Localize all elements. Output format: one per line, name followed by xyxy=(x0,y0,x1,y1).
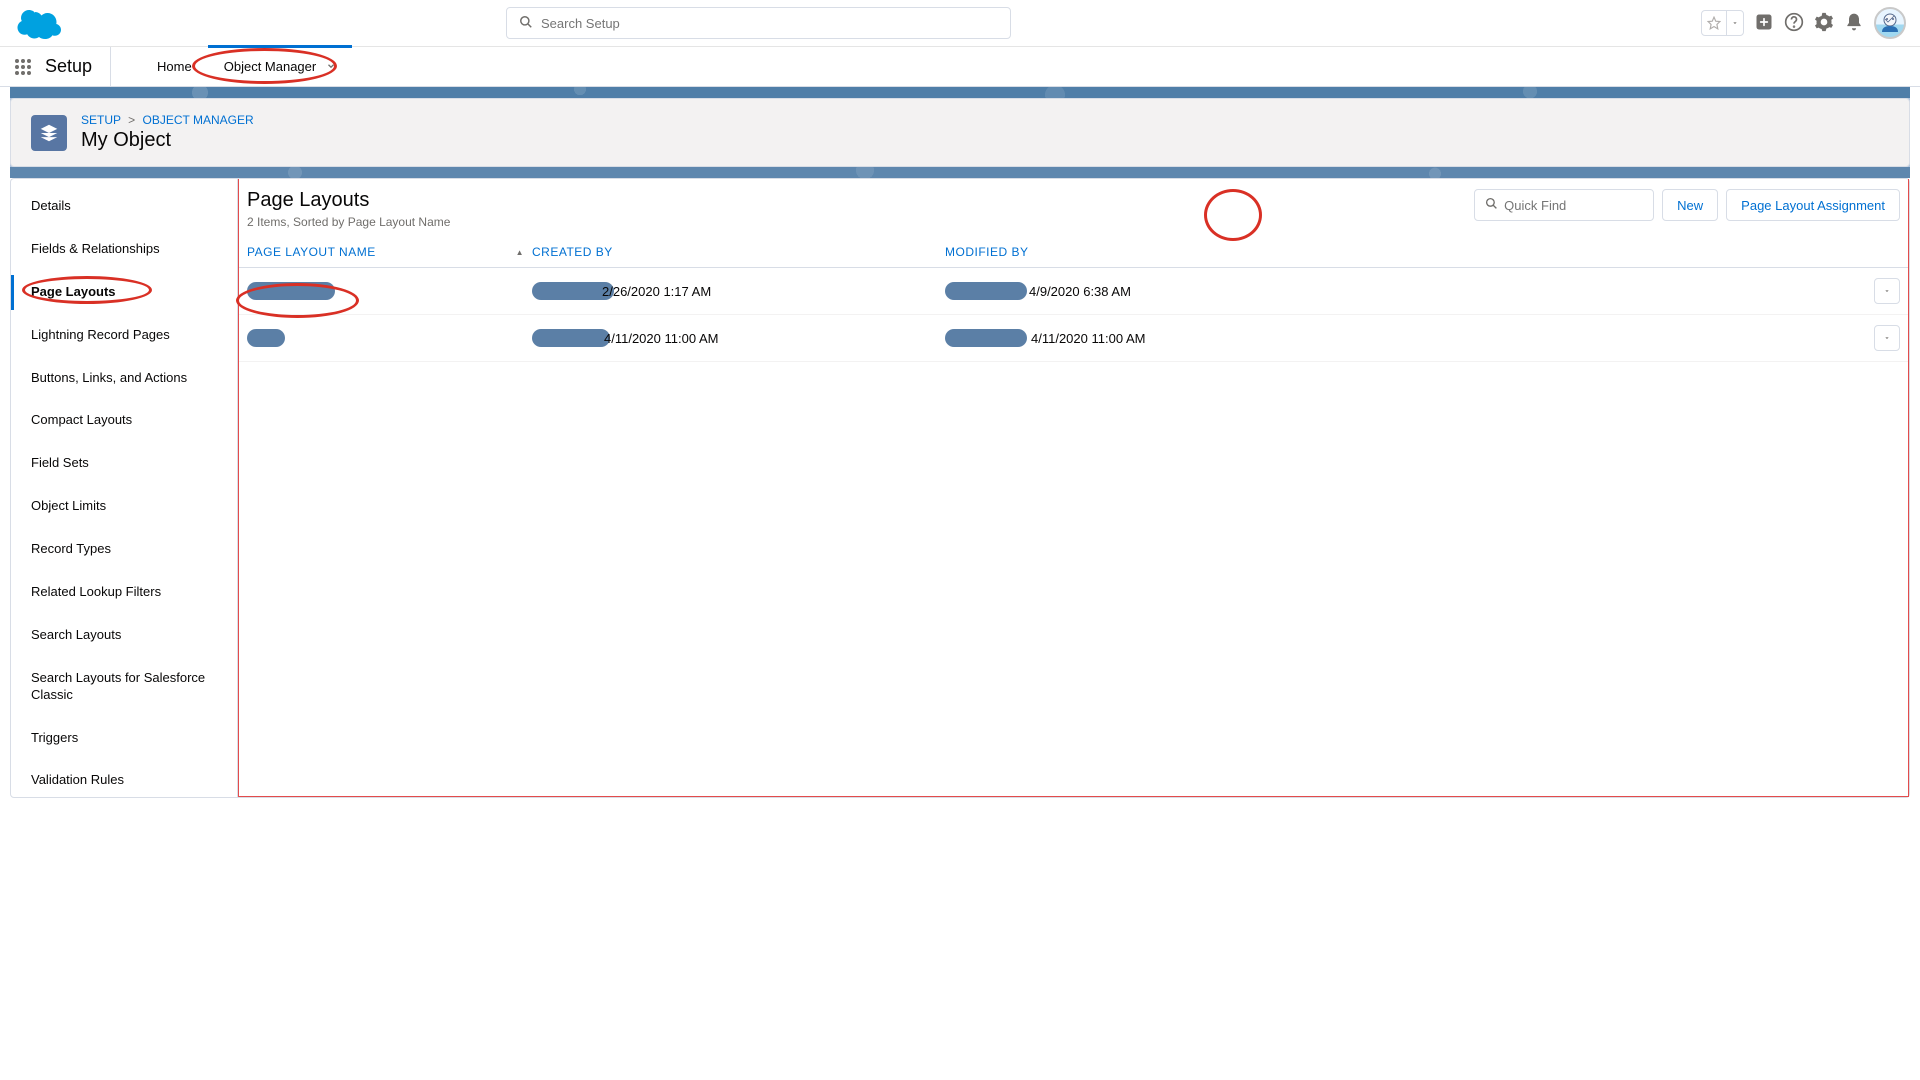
page-layout-assignment-button[interactable]: Page Layout Assignment xyxy=(1726,189,1900,221)
sidebar-item-compact-layouts[interactable]: Compact Layouts xyxy=(11,403,237,438)
decorative-pattern xyxy=(10,87,1910,98)
redacted-text xyxy=(247,282,335,300)
column-header-created-by[interactable]: CREATED BY xyxy=(532,245,945,259)
decorative-pattern xyxy=(10,167,1910,178)
breadcrumb: SETUP > OBJECT MANAGER xyxy=(81,113,254,127)
redacted-text xyxy=(247,329,285,347)
cell-layout-name[interactable] xyxy=(247,282,532,300)
global-utility-bar xyxy=(1701,7,1906,39)
avatar[interactable] xyxy=(1874,7,1906,39)
column-header-name[interactable]: PAGE LAYOUT NAME ▲ xyxy=(247,245,532,259)
cell-created-by: 2/26/2020 1:17 AM xyxy=(532,282,945,300)
sidebar-item-lightning-pages[interactable]: Lightning Record Pages xyxy=(11,318,237,353)
app-name-label: Setup xyxy=(45,47,111,87)
redacted-text xyxy=(532,329,610,347)
chevron-down-icon xyxy=(326,59,336,74)
tab-object-manager-label: Object Manager xyxy=(224,59,317,74)
quick-find-input[interactable] xyxy=(1504,198,1643,213)
sidebar-item-fields[interactable]: Fields & Relationships xyxy=(11,232,237,267)
favorites-menu[interactable] xyxy=(1701,10,1744,36)
layers-icon xyxy=(31,115,67,151)
main-body: Details Fields & Relationships Page Layo… xyxy=(10,178,1910,798)
breadcrumb-root[interactable]: SETUP xyxy=(81,113,121,127)
sidebar-item-triggers[interactable]: Triggers xyxy=(11,721,237,756)
global-header xyxy=(0,0,1920,47)
app-launcher-icon[interactable] xyxy=(15,59,31,75)
sidebar-item-related-lookup-filters[interactable]: Related Lookup Filters xyxy=(11,575,237,610)
salesforce-logo[interactable] xyxy=(14,4,66,43)
cell-modified-by: 4/11/2020 11:00 AM xyxy=(945,329,1864,347)
global-search[interactable] xyxy=(506,7,1011,39)
column-header-modified-by[interactable]: MODIFIED BY xyxy=(945,245,1900,259)
sidebar-item-search-layouts-classic[interactable]: Search Layouts for Salesforce Classic xyxy=(11,661,237,713)
sidebar-item-search-layouts[interactable]: Search Layouts xyxy=(11,618,237,653)
sidebar-item-validation-rules[interactable]: Validation Rules xyxy=(11,763,237,798)
page-title: My Object xyxy=(81,129,254,152)
table-row: 4/11/2020 11:00 AM 4/11/2020 11:00 AM xyxy=(239,315,1908,362)
search-icon xyxy=(1485,197,1498,213)
row-actions-menu[interactable] xyxy=(1874,278,1900,304)
bell-icon[interactable] xyxy=(1844,12,1864,35)
table-row: 2/26/2020 1:17 AM 4/9/2020 6:38 AM xyxy=(239,268,1908,315)
sidebar-item-record-types[interactable]: Record Types xyxy=(11,532,237,567)
sort-ascending-icon: ▲ xyxy=(516,248,524,257)
context-nav-bar: Setup Home Object Manager xyxy=(0,47,1920,87)
sidebar-item-page-layouts[interactable]: Page Layouts xyxy=(11,275,237,310)
new-button[interactable]: New xyxy=(1662,189,1718,221)
quick-find[interactable] xyxy=(1474,189,1654,221)
cell-created-by: 4/11/2020 11:00 AM xyxy=(532,329,945,347)
section-title: Page Layouts xyxy=(247,189,450,212)
tab-home[interactable]: Home xyxy=(141,47,208,87)
main-content: Page Layouts 2 Items, Sorted by Page Lay… xyxy=(238,179,1909,797)
sidebar-item-details[interactable]: Details xyxy=(11,189,237,224)
side-nav: Details Fields & Relationships Page Layo… xyxy=(11,179,238,797)
sidebar-item-object-limits[interactable]: Object Limits xyxy=(11,489,237,524)
chevron-down-icon xyxy=(1727,11,1743,35)
search-icon xyxy=(519,15,533,32)
tab-object-manager[interactable]: Object Manager xyxy=(208,45,353,85)
page-header: SETUP > OBJECT MANAGER My Object xyxy=(10,98,1910,167)
row-actions-menu[interactable] xyxy=(1874,325,1900,351)
redacted-text xyxy=(945,329,1027,347)
breadcrumb-leaf[interactable]: OBJECT MANAGER xyxy=(143,113,254,127)
search-input[interactable] xyxy=(541,16,998,31)
help-icon[interactable] xyxy=(1784,12,1804,35)
star-icon xyxy=(1702,11,1727,35)
sidebar-item-buttons-links-actions[interactable]: Buttons, Links, and Actions xyxy=(11,361,237,396)
cell-modified-by: 4/9/2020 6:38 AM xyxy=(945,282,1864,300)
add-icon[interactable] xyxy=(1754,12,1774,35)
table-header: PAGE LAYOUT NAME ▲ CREATED BY MODIFIED B… xyxy=(239,245,1908,268)
sidebar-item-field-sets[interactable]: Field Sets xyxy=(11,446,237,481)
breadcrumb-separator: > xyxy=(128,113,135,127)
section-subtitle: 2 Items, Sorted by Page Layout Name xyxy=(247,215,450,229)
gear-icon[interactable] xyxy=(1814,12,1834,35)
cell-layout-name[interactable] xyxy=(247,329,532,347)
redacted-text xyxy=(945,282,1027,300)
main-header: Page Layouts 2 Items, Sorted by Page Lay… xyxy=(239,179,1908,229)
